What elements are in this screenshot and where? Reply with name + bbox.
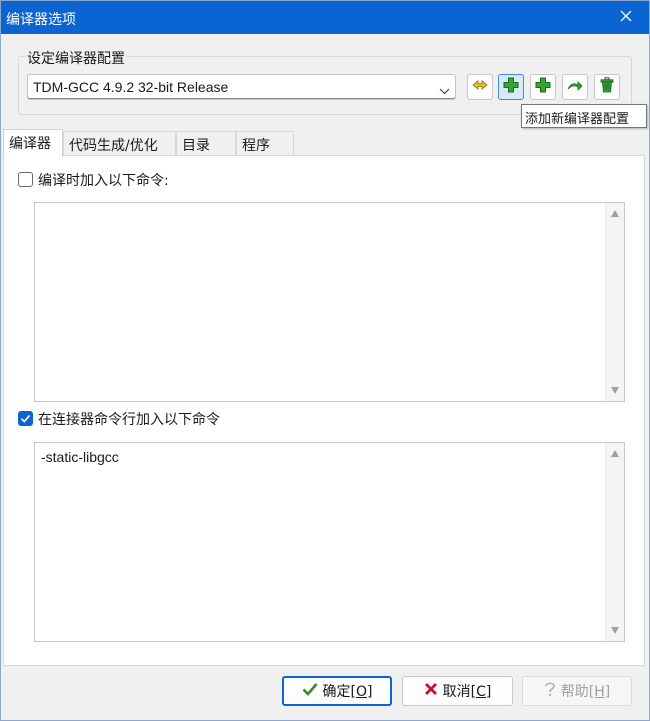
compiler-config-label: 设定编译器配置 xyxy=(25,48,127,68)
chevron-down-icon xyxy=(439,83,450,99)
linker-cmd-checkbox[interactable] xyxy=(18,411,33,426)
linker-cmd-text: -static-libgcc xyxy=(41,449,119,465)
add-compiler-icon xyxy=(535,77,551,97)
compile-cmd-textarea[interactable] xyxy=(34,202,625,402)
tab-directories[interactable]: 目录 xyxy=(176,131,236,156)
help-button[interactable]: 帮助[H] xyxy=(522,676,632,706)
add-blank-compiler-icon xyxy=(503,77,519,97)
ok-accel: [O] xyxy=(350,684,373,700)
tab-codegen-optimization[interactable]: 代码生成/优化 xyxy=(63,131,176,156)
ok-label: 确定 xyxy=(322,684,351,700)
checkmark-icon xyxy=(302,682,318,700)
title-bar[interactable]: 编译器选项 xyxy=(1,1,649,34)
window-title: 编译器选项 xyxy=(6,12,76,28)
add-blank-compiler-button[interactable] xyxy=(498,74,524,100)
scroll-down-icon[interactable] xyxy=(611,627,619,634)
close-icon xyxy=(424,682,438,700)
delete-compiler-button[interactable] xyxy=(594,74,620,100)
scroll-up-icon[interactable] xyxy=(611,210,619,217)
compile-cmd-scrollbar[interactable] xyxy=(605,203,624,401)
linker-cmd-textarea[interactable]: -static-libgcc xyxy=(34,442,625,642)
close-icon xyxy=(620,10,632,26)
compile-cmd-checkbox[interactable] xyxy=(18,172,33,187)
compiler-config-select[interactable]: TDM-GCC 4.9.2 32-bit Release xyxy=(27,74,456,100)
add-compiler-button[interactable] xyxy=(530,74,556,100)
rename-compiler-button[interactable] xyxy=(562,74,588,100)
cancel-button[interactable]: 取消[C] xyxy=(402,676,513,706)
compiler-config-value: TDM-GCC 4.9.2 32-bit Release xyxy=(33,79,229,95)
tab-programs[interactable]: 程序 xyxy=(236,131,294,156)
tab-compiler[interactable]: 编译器 xyxy=(3,129,63,157)
cancel-accel: [C] xyxy=(470,684,492,700)
ok-button[interactable]: 确定[O] xyxy=(282,676,392,706)
scroll-down-icon[interactable] xyxy=(611,387,619,394)
help-label: 帮助 xyxy=(560,684,589,700)
help-accel: [H] xyxy=(588,684,611,700)
compiler-settings-button[interactable] xyxy=(467,74,493,100)
close-button[interactable] xyxy=(603,1,649,34)
rename-compiler-icon xyxy=(567,79,583,95)
help-icon xyxy=(544,681,556,701)
cancel-label: 取消 xyxy=(442,684,471,700)
linker-cmd-scrollbar[interactable] xyxy=(605,443,624,641)
compiler-setting-icon xyxy=(472,78,488,96)
tooltip: 添加新编译器配置 xyxy=(521,104,647,128)
compile-cmd-label: 编译时加入以下命令: xyxy=(38,173,169,189)
linker-cmd-label: 在连接器命令行加入以下命令 xyxy=(38,412,220,428)
compiler-options-dialog: 编译器选项 设定编译器配置 TDM-GCC 4.9.2 32-bit Relea… xyxy=(0,0,650,721)
scroll-up-icon[interactable] xyxy=(611,450,619,457)
delete-compiler-icon xyxy=(600,77,614,97)
checkmark-icon xyxy=(20,414,31,423)
